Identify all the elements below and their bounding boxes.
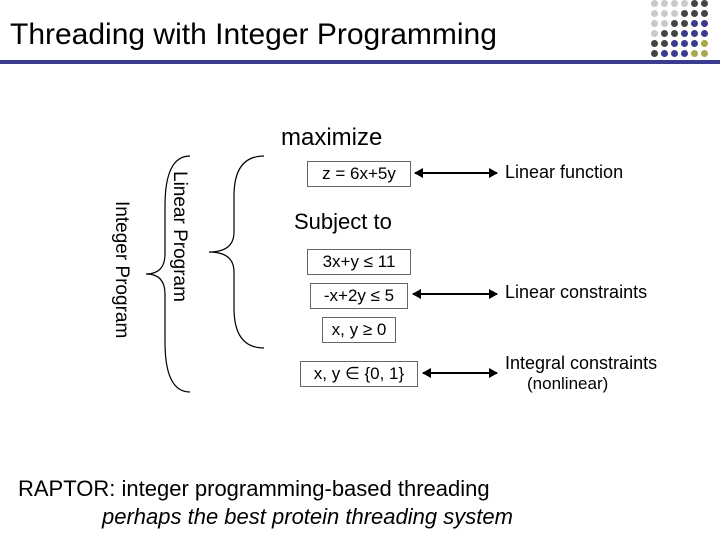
- annotation-integrality-line1: Integral constraints: [505, 353, 657, 373]
- page-title: Threading with Integer Programming: [10, 18, 710, 52]
- label-integer-program: Integer Program: [110, 201, 132, 338]
- arrow-objective: [415, 172, 497, 174]
- footer-line1-rest: integer programming-based threading: [115, 476, 489, 501]
- diagram-stage: Linear Program Integer Program maximize …: [0, 64, 720, 464]
- footer-line2: perhaps the best protein threading syste…: [18, 504, 513, 529]
- box-integrality: x, y ∈ {0, 1}: [300, 361, 418, 387]
- footer-raptor: RAPTOR:: [18, 476, 115, 501]
- arrow-integrality: [423, 372, 497, 374]
- box-objective: z = 6x+5y: [307, 161, 411, 187]
- brace-linear-program: [199, 156, 279, 348]
- annotation-integrality: Integral constraints (nonlinear): [505, 354, 657, 394]
- annotation-integrality-line2: (nonlinear): [505, 374, 608, 393]
- box-constraint-3: x, y ≥ 0: [322, 317, 396, 343]
- label-maximize: maximize: [281, 124, 382, 152]
- box-constraint-1: 3x+y ≤ 11: [307, 249, 411, 275]
- decorative-dot-grid: [651, 0, 708, 57]
- arrow-constraints: [413, 293, 497, 295]
- footer-text: RAPTOR: integer programming-based thread…: [18, 475, 513, 530]
- annotation-objective: Linear function: [505, 162, 623, 183]
- label-subject-to: Subject to: [294, 209, 392, 235]
- annotation-constraints: Linear constraints: [505, 282, 647, 303]
- title-bar: Threading with Integer Programming: [0, 0, 720, 64]
- box-constraint-2: -x+2y ≤ 5: [310, 283, 408, 309]
- brace-integer-program: [140, 156, 200, 392]
